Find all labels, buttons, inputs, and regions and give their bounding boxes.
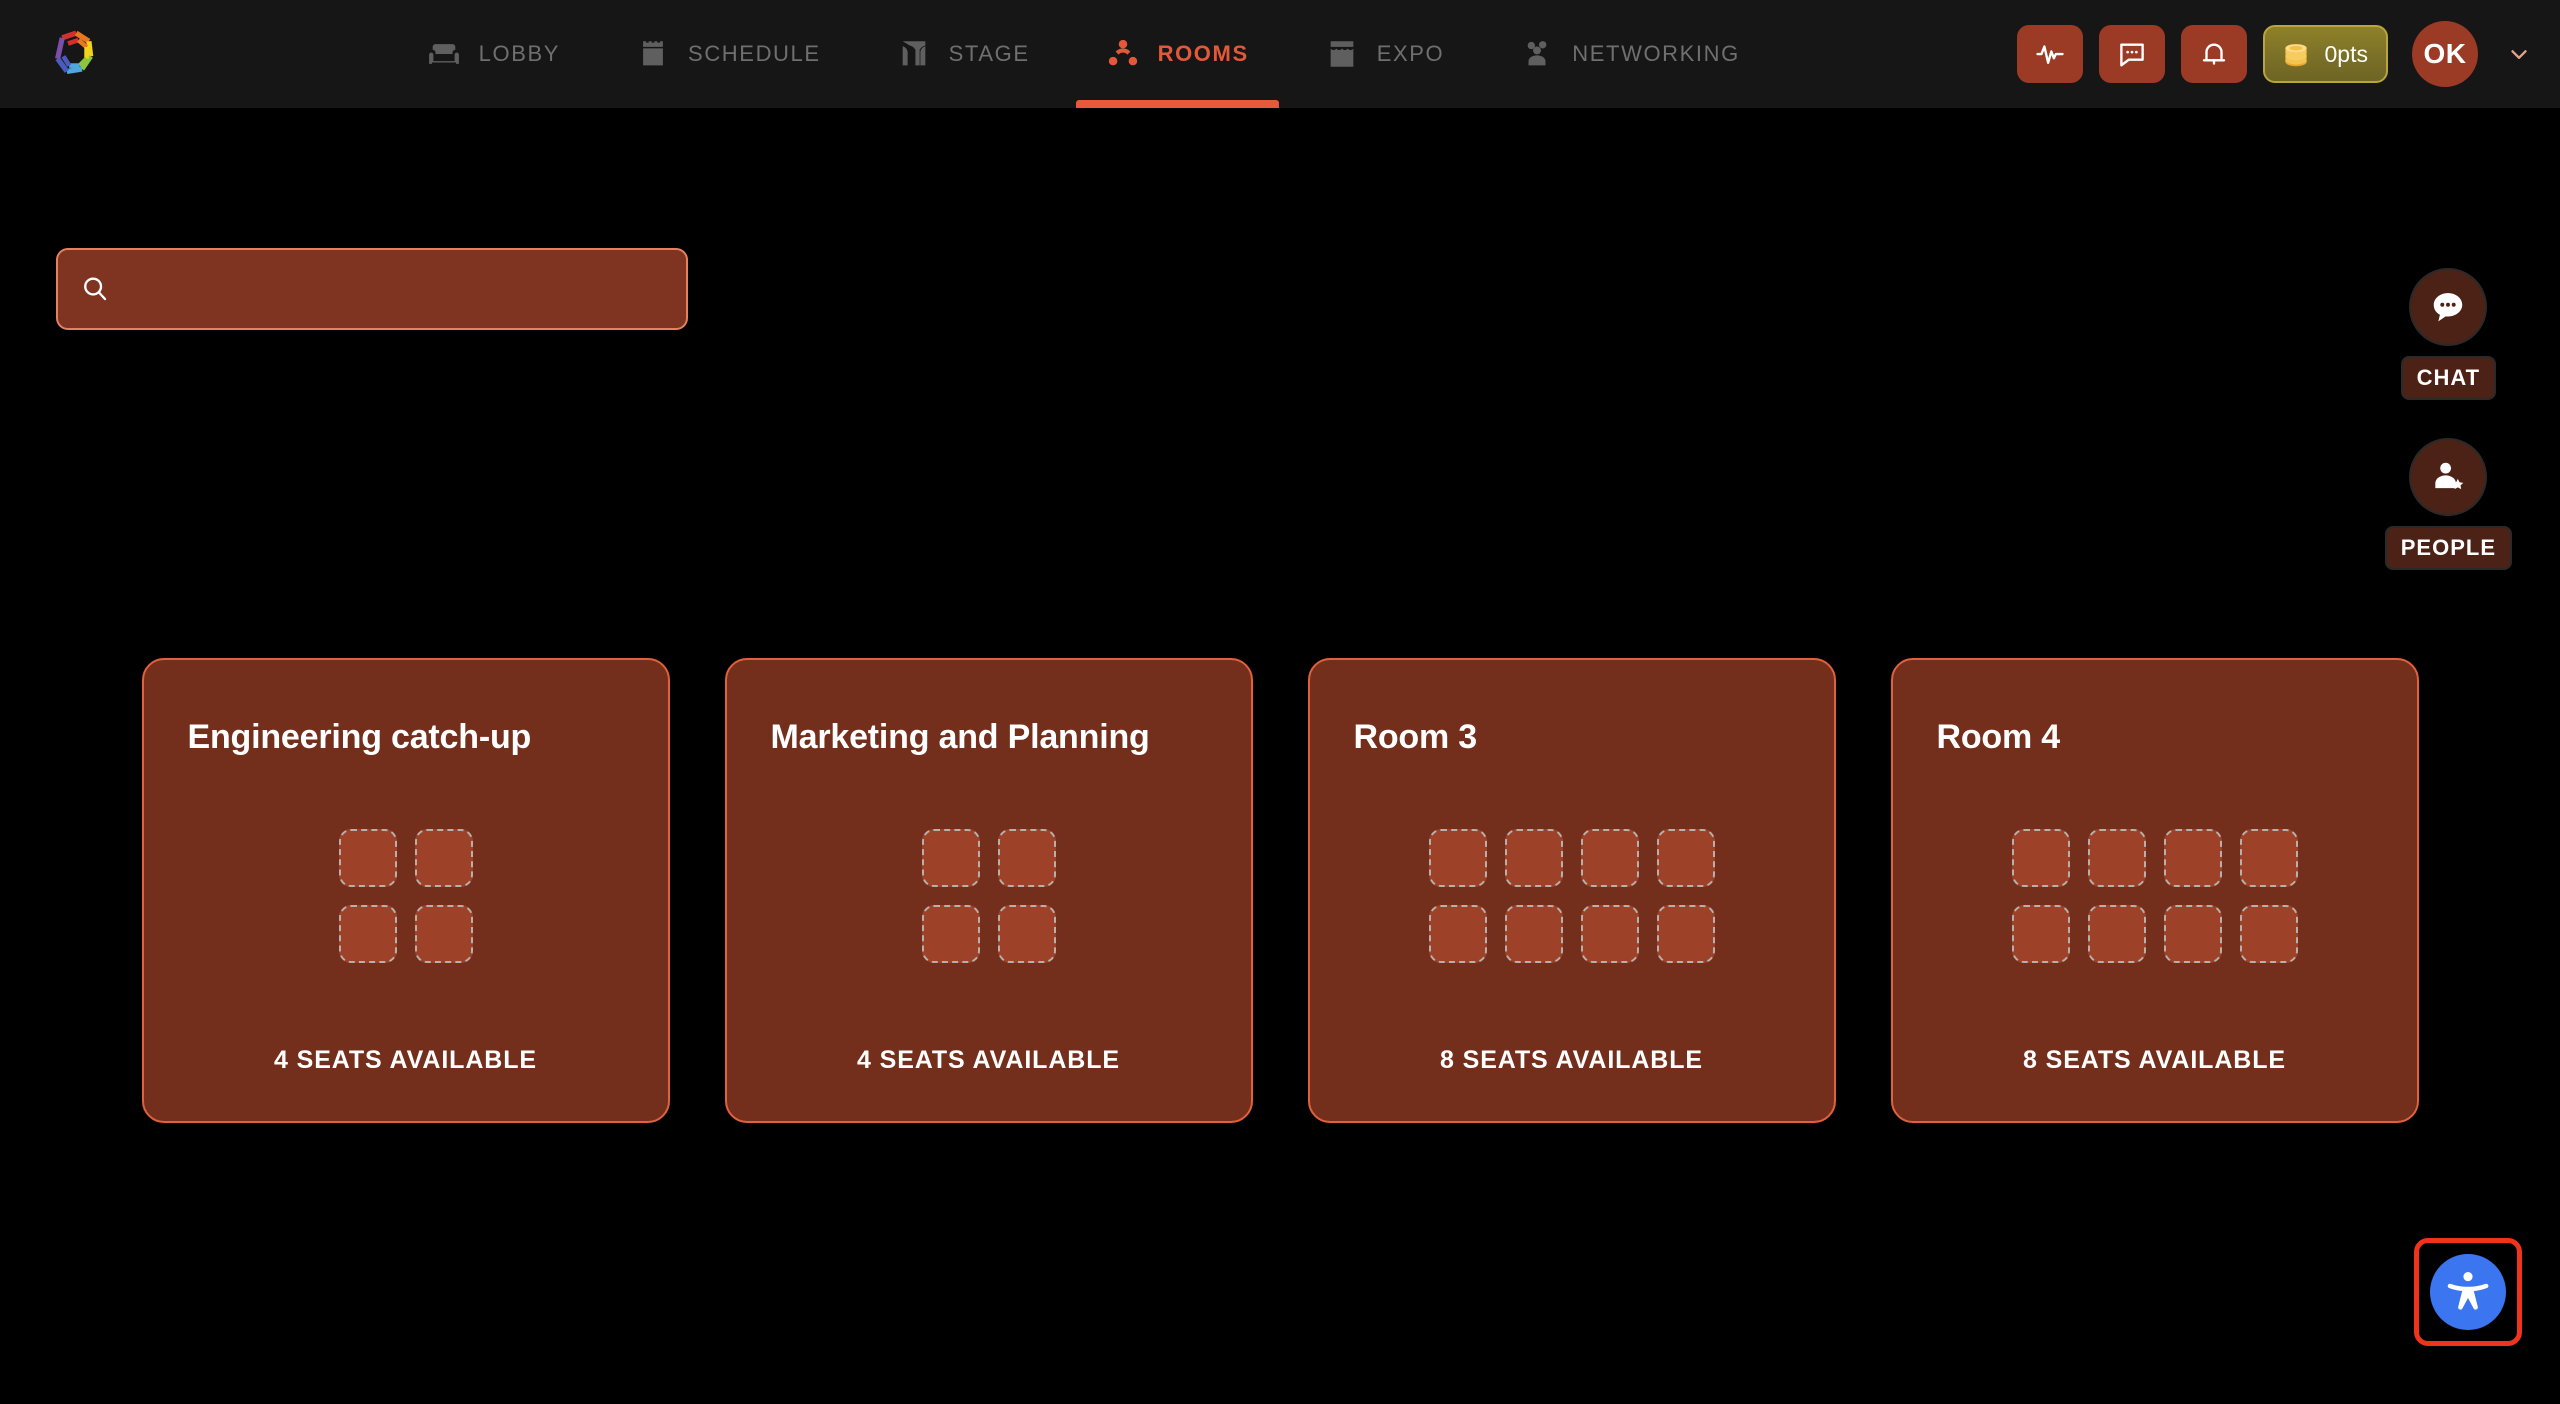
chevron-down-icon (2511, 50, 2527, 59)
nav-item-lobby[interactable]: LOBBY (389, 0, 598, 108)
room-search[interactable] (56, 248, 688, 330)
storefront-icon (1330, 41, 1354, 67)
seat[interactable] (2087, 828, 2146, 887)
coin-stack-icon (2284, 44, 2307, 67)
chat-button[interactable] (2409, 268, 2488, 346)
nav-label-expo: EXPO (1376, 41, 1445, 66)
room-card[interactable]: Marketing and Planning 4 SEATS AVAILABLE (724, 658, 1253, 1123)
nav-label-stage: STAGE (948, 41, 1030, 66)
seat[interactable] (997, 904, 1056, 963)
chat-rail-label[interactable]: CHAT (2400, 356, 2497, 400)
nav-item-schedule[interactable]: SCHEDULE (598, 0, 859, 108)
seat[interactable] (1504, 904, 1563, 963)
chat-bubble-icon (2119, 43, 2144, 67)
seat[interactable] (921, 828, 980, 887)
accessibility-person-icon (2447, 1272, 2489, 1310)
points-label: 0pts (2324, 40, 2368, 67)
nav-label-lobby: LOBBY (478, 41, 561, 66)
nav-label-networking: NETWORKING (1572, 41, 1740, 66)
seat[interactable] (414, 904, 473, 963)
rooms-page: Engineering catch-up 4 SEATS AVAILABLE M… (0, 108, 2560, 1404)
seat[interactable] (921, 904, 980, 963)
rooms-grid: Engineering catch-up 4 SEATS AVAILABLE M… (0, 658, 2560, 1123)
person-star-icon (2435, 462, 2464, 490)
side-rail: CHAT PEOPLE (2384, 268, 2512, 570)
seat[interactable] (2239, 828, 2298, 887)
sofa-icon (428, 44, 459, 64)
accessibility-circle (2430, 1254, 2506, 1330)
bell-icon (2202, 43, 2225, 65)
nav-item-expo[interactable]: EXPO (1287, 0, 1483, 108)
nav-item-rooms[interactable]: ROOMS (1068, 0, 1287, 108)
seat[interactable] (1504, 828, 1563, 887)
seat[interactable] (2011, 904, 2070, 963)
search-icon (84, 277, 107, 301)
seat[interactable] (2011, 828, 2070, 887)
nav-item-stage[interactable]: STAGE (859, 0, 1068, 108)
nav-item-networking[interactable]: NETWORKING (1482, 0, 1778, 108)
stage-curtain-icon (902, 41, 925, 66)
top-navigation-bar: LOBBY SCHEDULE STAGE ROOMS EXPO NETWORKI… (0, 0, 2560, 108)
nav-actions: 0pts OK (2016, 21, 2560, 87)
seat[interactable] (1580, 904, 1639, 963)
search-input[interactable] (124, 275, 664, 303)
seat[interactable] (997, 828, 1056, 887)
seat[interactable] (414, 828, 473, 887)
accessibility-button[interactable] (2414, 1238, 2522, 1346)
seat[interactable] (1428, 904, 1487, 963)
messages-button[interactable] (2098, 25, 2165, 83)
chat-rail-group: CHAT (2400, 268, 2497, 400)
seat[interactable] (1580, 828, 1639, 887)
people-group-icon (1527, 41, 1547, 66)
seat[interactable] (2163, 828, 2222, 887)
seat[interactable] (1656, 828, 1715, 887)
nav-label-rooms: ROOMS (1157, 41, 1249, 66)
calendar-icon (643, 41, 663, 66)
room-card[interactable]: Room 4 8 SEATS AVAILABLE (1890, 658, 2419, 1123)
brand-logo[interactable] (0, 25, 150, 83)
people-circle-icon (1108, 39, 1137, 66)
room-seats-available: 8 SEATS AVAILABLE (1439, 1046, 1703, 1074)
nav-label-schedule: SCHEDULE (688, 41, 821, 66)
user-menu-toggle[interactable] (2506, 41, 2532, 67)
nav-active-underline (1075, 100, 1279, 108)
room-seats-available: 4 SEATS AVAILABLE (273, 1046, 537, 1074)
room-seats-available: 8 SEATS AVAILABLE (2022, 1046, 2286, 1074)
chat-bubble-dots-icon (2434, 293, 2463, 322)
user-avatar[interactable]: OK (2412, 21, 2478, 87)
rainbow-hex-spiral-logo (55, 30, 94, 74)
activity-button[interactable] (2016, 25, 2083, 83)
people-button[interactable] (2409, 438, 2488, 516)
seat[interactable] (1428, 828, 1487, 887)
points-badge[interactable]: 0pts (2262, 25, 2388, 83)
room-card[interactable]: Engineering catch-up 4 SEATS AVAILABLE (141, 658, 670, 1123)
activity-pulse-icon (2035, 45, 2064, 64)
notifications-button[interactable] (2180, 25, 2247, 83)
room-card[interactable]: Room 3 8 SEATS AVAILABLE (1307, 658, 1836, 1123)
seat[interactable] (338, 904, 397, 963)
room-seats-available: 4 SEATS AVAILABLE (856, 1046, 1120, 1074)
seat[interactable] (2163, 904, 2222, 963)
seat[interactable] (2087, 904, 2146, 963)
seat[interactable] (1656, 904, 1715, 963)
seat[interactable] (338, 828, 397, 887)
primary-nav: LOBBY SCHEDULE STAGE ROOMS EXPO NETWORKI… (150, 0, 2017, 108)
people-rail-group: PEOPLE (2384, 438, 2512, 570)
people-rail-label[interactable]: PEOPLE (2384, 526, 2512, 570)
seat[interactable] (2239, 904, 2298, 963)
